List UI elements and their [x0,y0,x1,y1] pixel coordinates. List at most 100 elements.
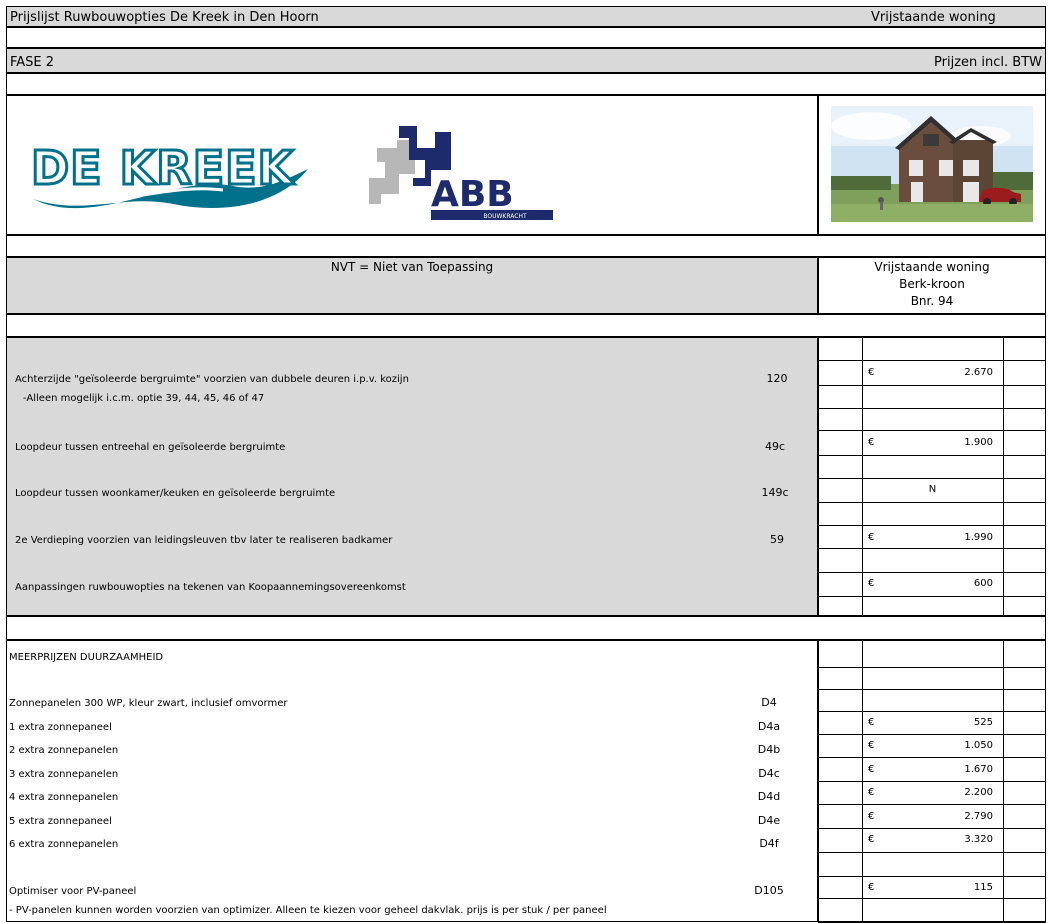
abb-sub-wordmark: BOUWKRACHT [483,213,527,220]
option-code-59: 59 [770,533,784,546]
spacer-row [6,73,1046,95]
option-code-d4a: D4a [757,720,781,733]
house-model-label: Berk-kroon [899,277,965,291]
price-cell-49c: €1.900 [862,432,1003,454]
price-amount: 1.900 [964,437,993,448]
title-row: Prijslijst Ruwbouwopties De Kreek in Den… [6,6,1046,27]
price-amount: 3.320 [964,834,993,845]
option-label-d4d: 4 extra zonnepanelen [9,792,119,803]
page-title: Prijslijst Ruwbouwopties De Kreek in Den… [10,10,319,25]
grid-line [1003,337,1004,616]
currency-symbol: € [868,717,875,728]
price-note: Prijzen incl. BTW [934,55,1042,70]
house-type-label: Vrijstaande woning [874,260,990,274]
house-type-title: Vrijstaande woning [871,10,996,25]
phase-label: FASE 2 [10,55,55,70]
grid-line [818,616,1046,617]
option-code-d105: D105 [754,884,784,897]
house-description-cell: Vrijstaande woning Berk-kroon Bnr. 94 [818,257,1046,314]
grid-line [818,757,1046,758]
option-code-d4d: D4d [757,790,781,803]
house-number-label: Bnr. 94 [910,294,954,308]
house-photo-cell [818,95,1046,235]
abb-wordmark: ABB [431,174,514,215]
option-code-d4: D4 [761,696,777,709]
currency-symbol: € [868,764,875,775]
option-code-d4c: D4c [758,767,780,780]
grid-line [818,385,1046,386]
currency-symbol: € [868,882,875,893]
grid-line [818,337,1046,338]
price-amount: 2.670 [964,367,993,378]
price-amount: 2.790 [964,811,993,822]
price-cell-d4a: €525 [862,712,1003,734]
option-label-d4e: 5 extra zonnepaneel [9,816,112,827]
option-label-49c: Loopdeur tussen entreehal en geïsoleerde… [15,442,286,453]
logo-area: DE KREEK ABB BOUWKRACHT [6,95,818,235]
abb-bouwkracht-logo: ABB BOUWKRACHT [369,126,553,220]
price-amount: 1.990 [964,532,993,543]
legend-cell: NVT = Niet van Toepassing [6,257,818,314]
option-code-49c: 49c [764,440,786,453]
ruwbouw-section: Achterzijde "geïsoleerde bergruimte" voo… [6,337,818,616]
price-amount: 2.200 [964,787,993,798]
option-code-149c: 149c [761,486,789,499]
house-photo [831,106,1033,222]
grid-line [818,640,1046,641]
option-label-d105: Optimiser voor PV-paneel [9,886,137,897]
grid-line [818,596,1046,597]
price-cell-d4f: €3.320 [862,829,1003,851]
price-cell-d4b: €1.050 [862,735,1003,757]
price-cell-d105: €115 [862,877,1003,899]
option-label-d4: Zonnepanelen 300 WP, kleur zwart, inclus… [9,698,288,709]
grid-line [818,502,1046,503]
phase-row: FASE 2 Prijzen incl. BTW [6,48,1046,73]
price-cell-59: €1.990 [862,527,1003,549]
grid-line [818,430,1046,431]
currency-symbol: € [868,787,875,798]
grid-line [818,667,1046,668]
currency-symbol: € [868,834,875,845]
price-cell-aanpassingen: €600 [862,573,1003,595]
spacer-row [6,314,1046,337]
option-label-120: Achterzijde "geïsoleerde bergruimte" voo… [15,374,409,385]
grid-line [818,455,1046,456]
de-kreek-wordmark: DE KREEK [31,141,296,195]
de-kreek-logo: DE KREEK [30,140,308,209]
option-label-149c: Loopdeur tussen woonkamer/keuken en geïs… [15,488,336,499]
nvt-legend: NVT = Niet van Toepassing [330,260,494,274]
duurzaamheid-heading: MEERPRIJZEN DUURZAAMHEID [9,652,164,663]
price-amount: 115 [973,882,993,893]
price-amount: 525 [973,717,993,728]
option-label-d4a: 1 extra zonnepaneel [9,722,112,733]
option-code-d4e: D4e [757,814,781,827]
spacer-row [6,235,1046,257]
currency-symbol: € [868,437,875,448]
option-note-d105: - PV-panelen kunnen worden voorzien van … [9,905,607,916]
option-code-d4f: D4f [759,837,779,850]
duurzaamheid-section: MEERPRIJZEN DUURZAAMHEID Zonnepanelen 30… [6,640,818,922]
price-cell-d4c: €1.670 [862,759,1003,781]
option-label-d4b: 2 extra zonnepanelen [9,745,119,756]
currency-symbol: € [868,532,875,543]
option-label-59: 2e Verdieping voorzien van leidingsleuve… [15,535,393,546]
option-label-d4c: 3 extra zonnepanelen [9,769,119,780]
price-amount: 1.670 [964,764,993,775]
price-cell-120: €2.670 [862,362,1003,384]
currency-symbol: € [868,367,875,378]
price-cell-d4e: €2.790 [862,806,1003,828]
grid-line [1003,640,1004,922]
grid-line [818,689,1046,690]
grid-line [818,360,1046,361]
grid-line [818,408,1046,409]
status-cell-149c: N [928,484,937,495]
spacer-row [6,616,1046,640]
price-sheet: Prijslijst Ruwbouwopties De Kreek in Den… [0,0,1051,923]
spacer-row [6,27,1046,48]
option-code-120: 120 [766,372,788,385]
currency-symbol: € [868,578,875,589]
currency-symbol: € [868,811,875,822]
price-cell-d4d: €2.200 [862,782,1003,804]
option-label-aanpassingen: Aanpassingen ruwbouwopties na tekenen va… [15,582,406,593]
option-note-120: -Alleen mogelijk i.c.m. optie 39, 44, 45… [23,393,265,404]
